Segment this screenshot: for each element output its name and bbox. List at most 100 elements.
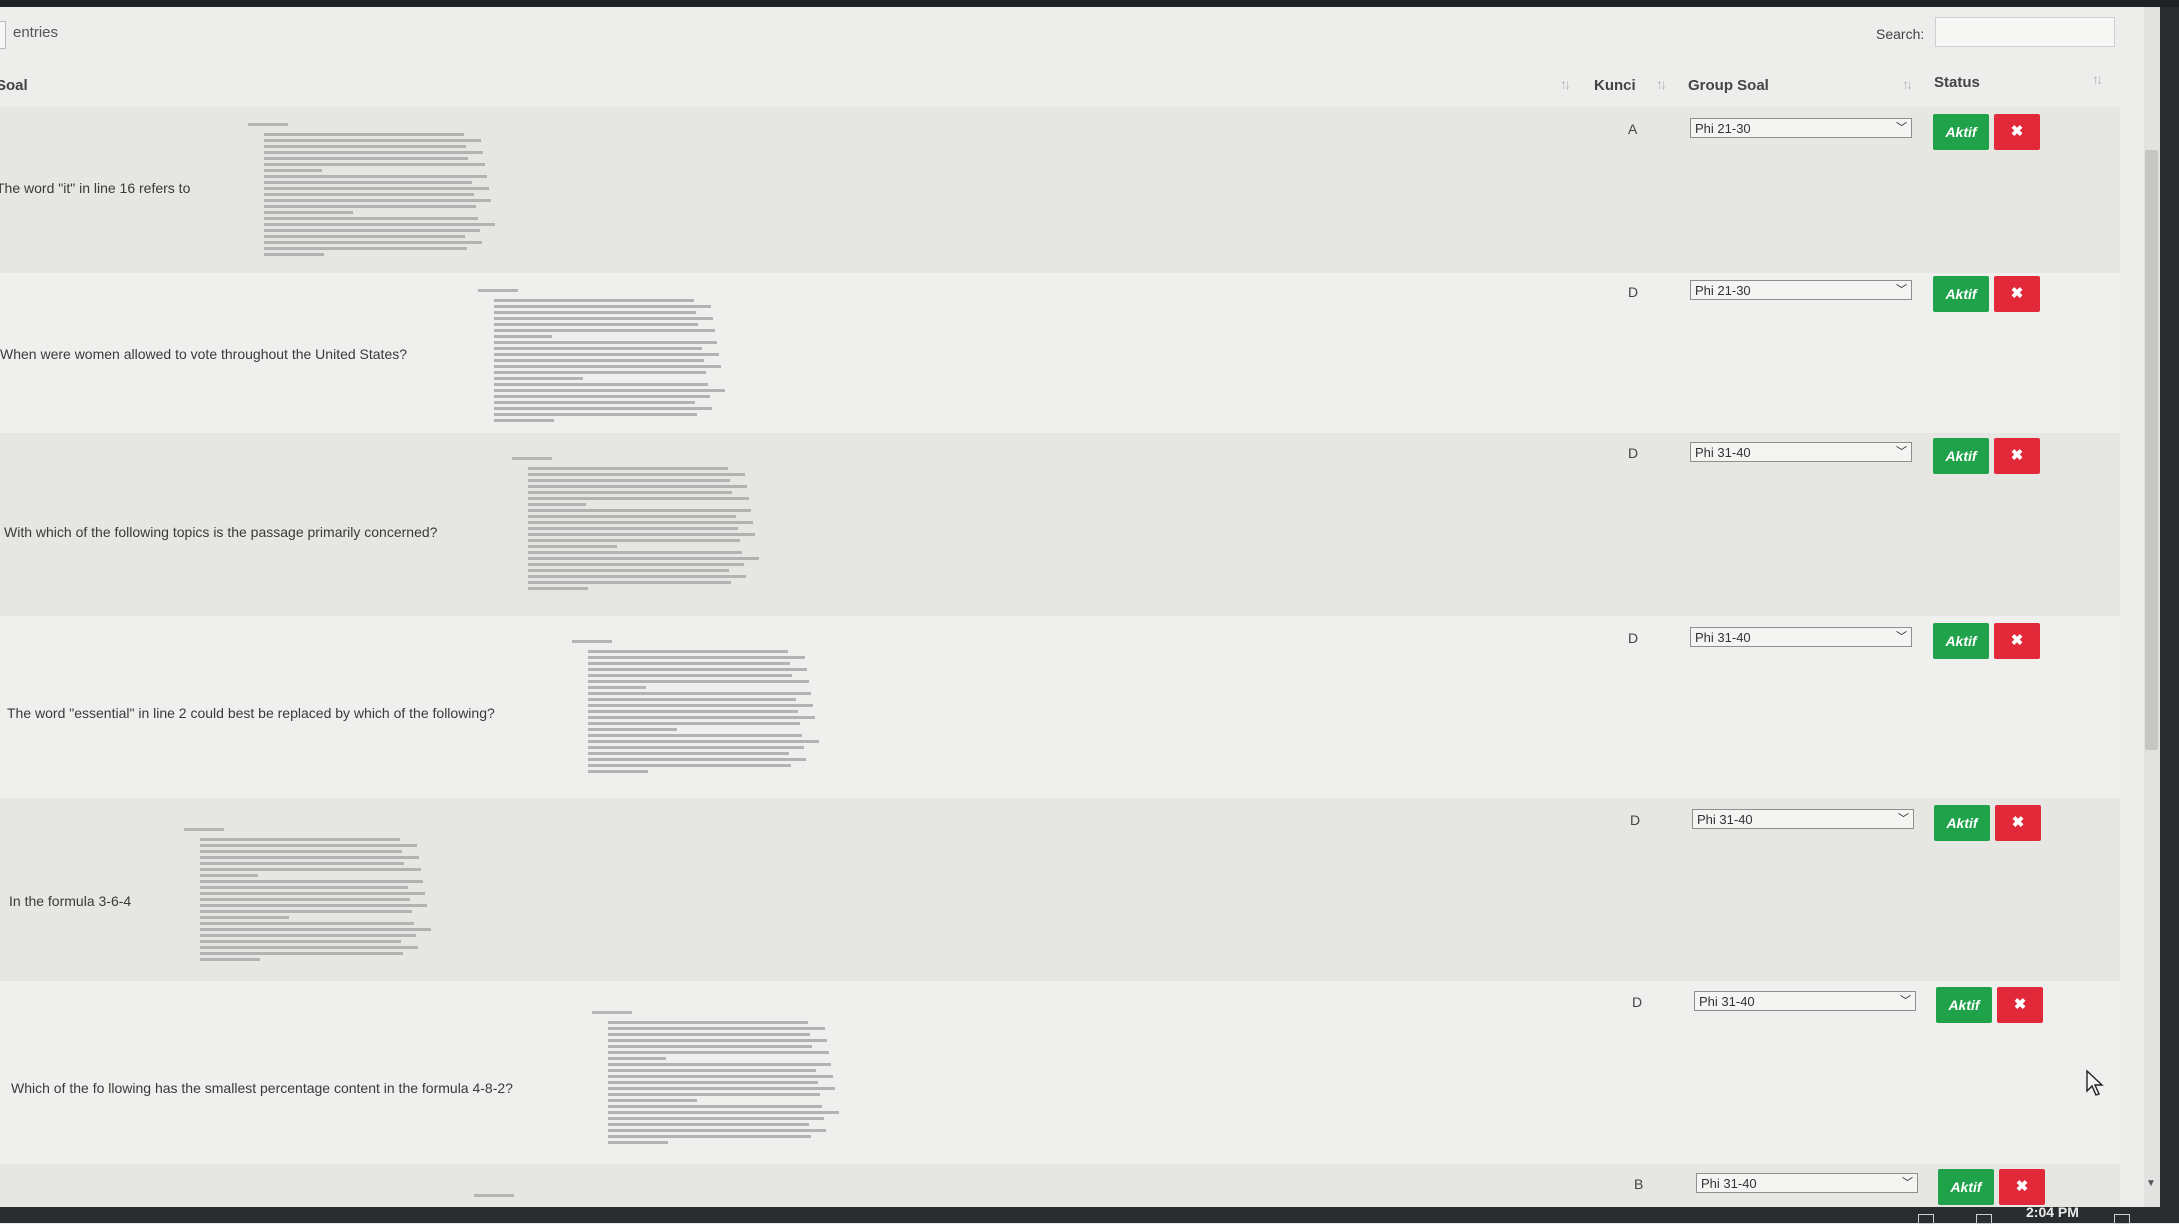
image-text-line <box>588 668 807 671</box>
image-text-line <box>264 211 353 214</box>
image-text-line <box>588 650 788 653</box>
cursor-icon <box>2086 1069 2104 1096</box>
header-soal[interactable]: Soal <box>0 77 28 94</box>
group-select[interactable]: Phi 21-30 ﹀ <box>1690 118 1912 138</box>
question-text: The word "essential" in line 2 could bes… <box>7 705 495 721</box>
group-select[interactable]: Phi 21-30 ﹀ <box>1690 280 1912 300</box>
image-text-line <box>264 205 476 208</box>
sort-icon[interactable]: ↑↓ <box>1656 76 1667 92</box>
group-select[interactable]: Phi 31-40 ﹀ <box>1694 991 1916 1011</box>
question-image <box>478 289 726 427</box>
image-text-line <box>588 764 791 767</box>
search-input[interactable] <box>1935 17 2115 47</box>
delete-button[interactable]: ✖ <box>1999 1169 2045 1205</box>
sort-icon[interactable]: ↑↓ <box>1902 76 1913 92</box>
image-text-line <box>588 716 815 719</box>
questions-page: entries Search: Soal ↑↓ Kunci ↑↓ Group S… <box>0 7 2144 1207</box>
image-text-line <box>494 329 715 332</box>
delete-button[interactable]: ✖ <box>1994 114 2040 150</box>
image-text-line <box>608 1027 825 1030</box>
image-text-line <box>588 734 802 737</box>
taskbar-clock[interactable]: 2:04 PM <box>2026 1204 2079 1220</box>
image-text-line <box>588 692 811 695</box>
aktif-button[interactable]: Aktif <box>1933 114 1989 150</box>
image-text-line <box>494 359 704 362</box>
header-group-soal[interactable]: Group Soal <box>1688 77 1769 94</box>
image-caption-line <box>184 828 224 831</box>
aktif-button[interactable]: Aktif <box>1934 805 1990 841</box>
image-text-line <box>588 728 677 731</box>
kunci-value: D <box>1630 812 1641 828</box>
image-text-line <box>528 581 731 584</box>
image-text-line <box>528 575 746 578</box>
kunci-value: D <box>1628 445 1639 461</box>
scrollbar-thumb[interactable] <box>2145 150 2158 750</box>
image-text-line <box>494 335 552 338</box>
delete-button[interactable]: ✖ <box>1994 438 2040 474</box>
delete-button[interactable]: ✖ <box>1994 276 2040 312</box>
table-header: Soal ↑↓ Kunci ↑↓ Group Soal ↑↓ Status ↑↓ <box>0 63 2120 109</box>
group-select[interactable]: Phi 31-40 ﹀ <box>1692 809 1914 829</box>
question-text: Which of the fo llowing has the smallest… <box>11 1080 513 1096</box>
image-caption-line <box>474 1194 514 1197</box>
image-text-line <box>528 509 751 512</box>
delete-button[interactable]: ✖ <box>1997 987 2043 1023</box>
kunci-value: D <box>1628 284 1639 300</box>
image-text-line <box>588 698 796 701</box>
image-text-line <box>588 686 646 689</box>
image-text-line <box>528 473 745 476</box>
close-icon: ✖ <box>2010 632 2024 649</box>
close-icon: ✖ <box>2013 996 2027 1013</box>
image-caption-line <box>248 123 288 126</box>
header-kunci[interactable]: Kunci <box>1594 77 1636 94</box>
image-caption-line <box>478 289 518 292</box>
entries-length-select[interactable] <box>0 21 6 49</box>
aktif-button[interactable]: Aktif <box>1933 438 1989 474</box>
table-row: The word "essential" in line 2 could bes… <box>0 616 2120 799</box>
image-text-line <box>608 1039 827 1042</box>
image-text-line <box>200 898 410 901</box>
window-top-bar <box>0 0 2179 7</box>
image-text-line <box>264 151 483 154</box>
image-text-line <box>588 656 805 659</box>
group-select[interactable]: Phi 31-40 ﹀ <box>1690 442 1912 462</box>
question-text: The word "it" in line 16 refers to <box>0 180 191 196</box>
image-text-line <box>588 770 648 773</box>
sort-icon[interactable]: ↑↓ <box>2092 71 2103 87</box>
image-text-line <box>264 139 481 142</box>
image-text-line <box>264 241 482 244</box>
sort-icon[interactable]: ↑↓ <box>1560 76 1571 92</box>
chevron-down-icon: ﹀ <box>1900 995 1911 1007</box>
image-text-line <box>200 940 401 943</box>
image-text-line <box>264 175 487 178</box>
aktif-button[interactable]: Aktif <box>1933 276 1989 312</box>
chevron-down-icon: ﹀ <box>1902 1177 1913 1189</box>
aktif-button[interactable]: Aktif <box>1938 1169 1994 1205</box>
chevron-down-icon: ﹀ <box>1896 446 1907 458</box>
image-text-line <box>588 746 804 749</box>
scroll-down-icon[interactable]: ▼ <box>2146 1178 2156 1189</box>
entries-label: entries <box>13 24 59 41</box>
image-text-line <box>608 1021 808 1024</box>
image-text-line <box>588 680 809 683</box>
group-select[interactable]: Phi 31-40 ﹀ <box>1696 1173 1918 1193</box>
aktif-button[interactable]: Aktif <box>1936 987 1992 1023</box>
delete-button[interactable]: ✖ <box>1994 623 2040 659</box>
table-controls: entries Search: <box>0 7 2120 55</box>
image-text-line <box>200 892 425 895</box>
image-text-line <box>200 838 400 841</box>
image-text-line <box>608 1057 666 1060</box>
chevron-down-icon: ﹀ <box>1898 813 1909 825</box>
question-image <box>184 828 432 966</box>
image-text-line <box>528 569 729 572</box>
image-text-line <box>200 904 427 907</box>
question-text: With which of the following topics is th… <box>4 524 438 540</box>
group-select[interactable]: Phi 31-40 ﹀ <box>1690 627 1912 647</box>
aktif-button[interactable]: Aktif <box>1933 623 1989 659</box>
delete-button[interactable]: ✖ <box>1995 805 2041 841</box>
image-text-line <box>608 1093 820 1096</box>
question-image <box>512 457 760 595</box>
header-status[interactable]: Status <box>1934 74 1980 91</box>
table-row: When were women allowed to vote througho… <box>0 273 2120 434</box>
taskbar <box>0 1207 2179 1223</box>
